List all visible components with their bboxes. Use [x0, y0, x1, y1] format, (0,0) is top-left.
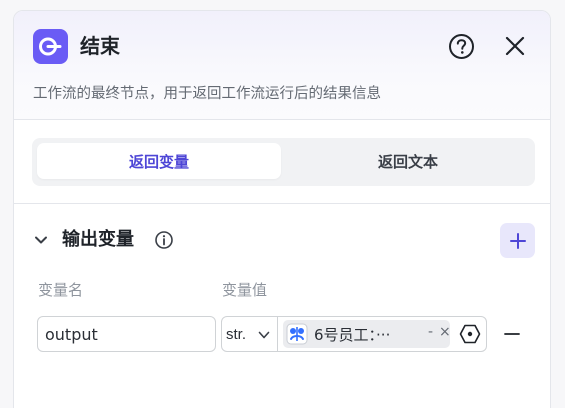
variable-reference-text: 6号员工：···: [314, 325, 391, 344]
return-mode-tabs: 返回变量 返回文本: [32, 138, 535, 186]
workflow-node-icon: [286, 323, 308, 345]
divider: [14, 203, 550, 204]
variable-name-input[interactable]: [37, 316, 216, 352]
close-icon[interactable]: [502, 33, 528, 59]
column-label-name: 变量名: [38, 281, 84, 299]
tab-return-text[interactable]: 返回文本: [286, 143, 530, 179]
tab-return-variable[interactable]: 返回变量: [37, 143, 281, 179]
remove-variable-button[interactable]: [501, 323, 523, 345]
divider: [14, 119, 550, 120]
node-title: 结束: [80, 34, 120, 58]
column-label-value: 变量值: [222, 281, 268, 299]
node-header: 结束 工作流的最终节点，用于返回工作流运行后的结果信息: [14, 11, 550, 119]
add-variable-button[interactable]: [500, 223, 535, 258]
clear-reference-icon[interactable]: ×: [439, 324, 451, 340]
reference-suffix: -: [428, 324, 434, 340]
minus-icon: [504, 333, 520, 335]
chevron-down-icon[interactable]: [33, 232, 49, 248]
node-description: 工作流的最终节点，用于返回工作流运行后的结果信息: [33, 86, 381, 102]
variable-value-field: str. 6号员工：··· - ×: [221, 316, 487, 352]
variable-picker-icon[interactable]: [459, 323, 481, 345]
info-icon[interactable]: [154, 230, 174, 250]
end-node-icon: [33, 29, 68, 64]
output-section-title: 输出变量: [62, 229, 134, 250]
end-node-panel: 结束 工作流的最终节点，用于返回工作流运行后的结果信息 返回变量 返回文本 输出…: [13, 10, 551, 408]
type-select[interactable]: str.: [222, 317, 278, 351]
variable-reference-tag[interactable]: 6号员工：··· - ×: [283, 320, 451, 348]
chevron-down-icon: [258, 331, 270, 339]
type-select-value: str.: [226, 325, 247, 343]
plus-icon: [509, 232, 526, 249]
help-icon[interactable]: [448, 33, 475, 60]
